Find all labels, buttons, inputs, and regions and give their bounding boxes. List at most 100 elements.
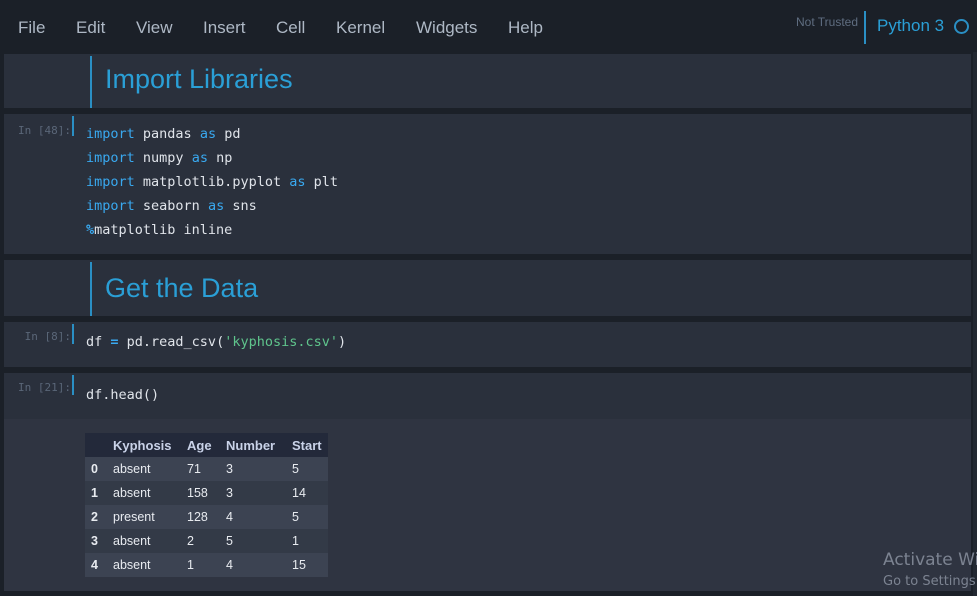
code-string: 'kyphosis.csv' bbox=[224, 334, 338, 350]
cell-prompt: In [21]: bbox=[18, 381, 71, 394]
code-keyword: import bbox=[86, 126, 135, 142]
table-cell: 15 bbox=[292, 558, 306, 572]
code-text: df.head() bbox=[86, 387, 160, 403]
prompt-indicator-bar bbox=[72, 324, 74, 344]
heading-get-the-data: Get the Data bbox=[105, 273, 259, 303]
code-text: sns bbox=[224, 198, 257, 214]
code-cell-imports[interactable]: In [48]: import pandas as pd import numpy… bbox=[4, 114, 971, 254]
table-cell: 5 bbox=[292, 510, 299, 524]
table-cell: 5 bbox=[226, 534, 233, 548]
code-text: ) bbox=[338, 334, 347, 350]
code-text: df bbox=[86, 334, 111, 350]
table-cell: 2 bbox=[187, 534, 194, 548]
activation-watermark-subtitle: Go to Settings to activate Windows. bbox=[883, 574, 977, 589]
code-line: df.head() bbox=[86, 383, 159, 407]
table-row: 1 absent 158 3 14 bbox=[85, 481, 328, 505]
code-text: seaborn bbox=[134, 198, 208, 214]
code-editor[interactable]: df = pd.read_csv('kyphosis.csv') bbox=[86, 330, 346, 354]
row-index: 0 bbox=[91, 462, 98, 476]
code-cell-read-csv[interactable]: In [8]: df = pd.read_csv('kyphosis.csv') bbox=[4, 322, 971, 367]
dataframe-table: Kyphosis Age Number Start 0 absent 71 3 5 1 ab… bbox=[85, 433, 328, 577]
column-header: Start bbox=[286, 433, 328, 457]
code-keyword: import bbox=[86, 174, 135, 190]
code-keyword: as bbox=[191, 150, 208, 166]
table-row: 0 absent 71 3 5 bbox=[85, 457, 328, 481]
code-line: import seaborn as sns bbox=[86, 194, 338, 218]
prompt-indicator-bar bbox=[72, 116, 74, 136]
cell-prompt: In [8]: bbox=[24, 330, 71, 343]
table-cell: absent bbox=[113, 558, 151, 572]
table-cell: 128 bbox=[187, 510, 208, 524]
menu-view[interactable]: View bbox=[136, 18, 173, 38]
prompt-indicator-bar bbox=[72, 375, 74, 395]
table-row: 2 present 128 4 5 bbox=[85, 505, 328, 529]
table-cell: 1 bbox=[292, 534, 299, 548]
table-cell: absent bbox=[113, 462, 151, 476]
menu-insert[interactable]: Insert bbox=[203, 18, 246, 38]
table-cell: 1 bbox=[187, 558, 194, 572]
row-index: 3 bbox=[91, 534, 98, 548]
cell-indicator-bar bbox=[90, 56, 92, 108]
table-cell: 3 bbox=[226, 462, 233, 476]
code-text: matplotlib.pyplot bbox=[134, 174, 290, 190]
code-line: %matplotlib inline bbox=[86, 218, 338, 242]
column-header: Kyphosis bbox=[107, 433, 181, 457]
cell-prompt: In [48]: bbox=[18, 124, 71, 137]
row-index: 2 bbox=[91, 510, 98, 524]
code-keyword: import bbox=[86, 198, 135, 214]
markdown-cell-import-libraries[interactable]: Import Libraries bbox=[4, 54, 971, 108]
menu-file[interactable]: File bbox=[18, 18, 45, 38]
code-line: df = pd.read_csv('kyphosis.csv') bbox=[86, 330, 346, 354]
trust-status[interactable]: Not Trusted bbox=[796, 15, 858, 29]
code-keyword: as bbox=[207, 198, 225, 214]
column-header: Number bbox=[220, 433, 286, 457]
code-text: plt bbox=[305, 174, 338, 190]
row-index: 1 bbox=[91, 486, 98, 500]
table-cell: 5 bbox=[292, 462, 299, 476]
code-line: import pandas as pd bbox=[86, 122, 338, 146]
heading-import-libraries: Import Libraries bbox=[105, 64, 293, 94]
menu-kernel[interactable]: Kernel bbox=[336, 18, 385, 38]
kernel-divider bbox=[864, 11, 866, 44]
code-keyword: import bbox=[86, 150, 135, 166]
table-header-row: Kyphosis Age Number Start bbox=[85, 433, 328, 457]
code-editor[interactable]: import pandas as pd import numpy as np imp… bbox=[86, 122, 338, 242]
code-operator: = bbox=[110, 334, 119, 350]
menu-widgets[interactable]: Widgets bbox=[416, 18, 477, 38]
code-keyword: as bbox=[199, 126, 217, 142]
code-text: numpy bbox=[134, 150, 192, 166]
vertical-scrollbar[interactable] bbox=[973, 52, 977, 596]
code-editor[interactable]: df.head() bbox=[86, 383, 159, 407]
table-cell: absent bbox=[113, 534, 151, 548]
code-text: pd bbox=[216, 126, 241, 142]
code-operator: % bbox=[86, 222, 95, 238]
table-cell: 4 bbox=[226, 510, 233, 524]
menu-edit[interactable]: Edit bbox=[76, 18, 105, 38]
table-cell: 3 bbox=[226, 486, 233, 500]
markdown-cell-get-the-data[interactable]: Get the Data bbox=[4, 260, 971, 316]
code-keyword: as bbox=[289, 174, 306, 190]
code-line: import matplotlib.pyplot as plt bbox=[86, 170, 338, 194]
column-header: Age bbox=[181, 433, 220, 457]
kernel-idle-icon bbox=[954, 19, 969, 34]
kernel-name[interactable]: Python 3 bbox=[877, 16, 944, 36]
code-text: pd.read_csv( bbox=[118, 334, 225, 350]
table-row: 3 absent 2 5 1 bbox=[85, 529, 328, 553]
code-cell-head[interactable]: In [21]: df.head() bbox=[4, 373, 971, 419]
menu-cell[interactable]: Cell bbox=[276, 18, 305, 38]
table-cell: 71 bbox=[187, 462, 201, 476]
code-text: pandas bbox=[134, 126, 200, 142]
table-cell: 4 bbox=[226, 558, 233, 572]
table-cell: present bbox=[113, 510, 155, 524]
menubar: File Edit View Insert Cell Kernel Widget… bbox=[0, 0, 977, 52]
cell-output-area: Kyphosis Age Number Start 0 absent 71 3 5 1 ab… bbox=[4, 419, 971, 591]
cell-indicator-bar bbox=[90, 262, 92, 316]
row-index: 4 bbox=[91, 558, 98, 572]
menu-help[interactable]: Help bbox=[508, 18, 543, 38]
table-row: 4 absent 1 4 15 bbox=[85, 553, 328, 577]
notebook: Import Libraries In [48]: import pandas … bbox=[4, 52, 971, 596]
table-cell: absent bbox=[113, 486, 151, 500]
table-cell: 158 bbox=[187, 486, 208, 500]
table-cell: 14 bbox=[292, 486, 306, 500]
code-text: np bbox=[207, 150, 233, 166]
